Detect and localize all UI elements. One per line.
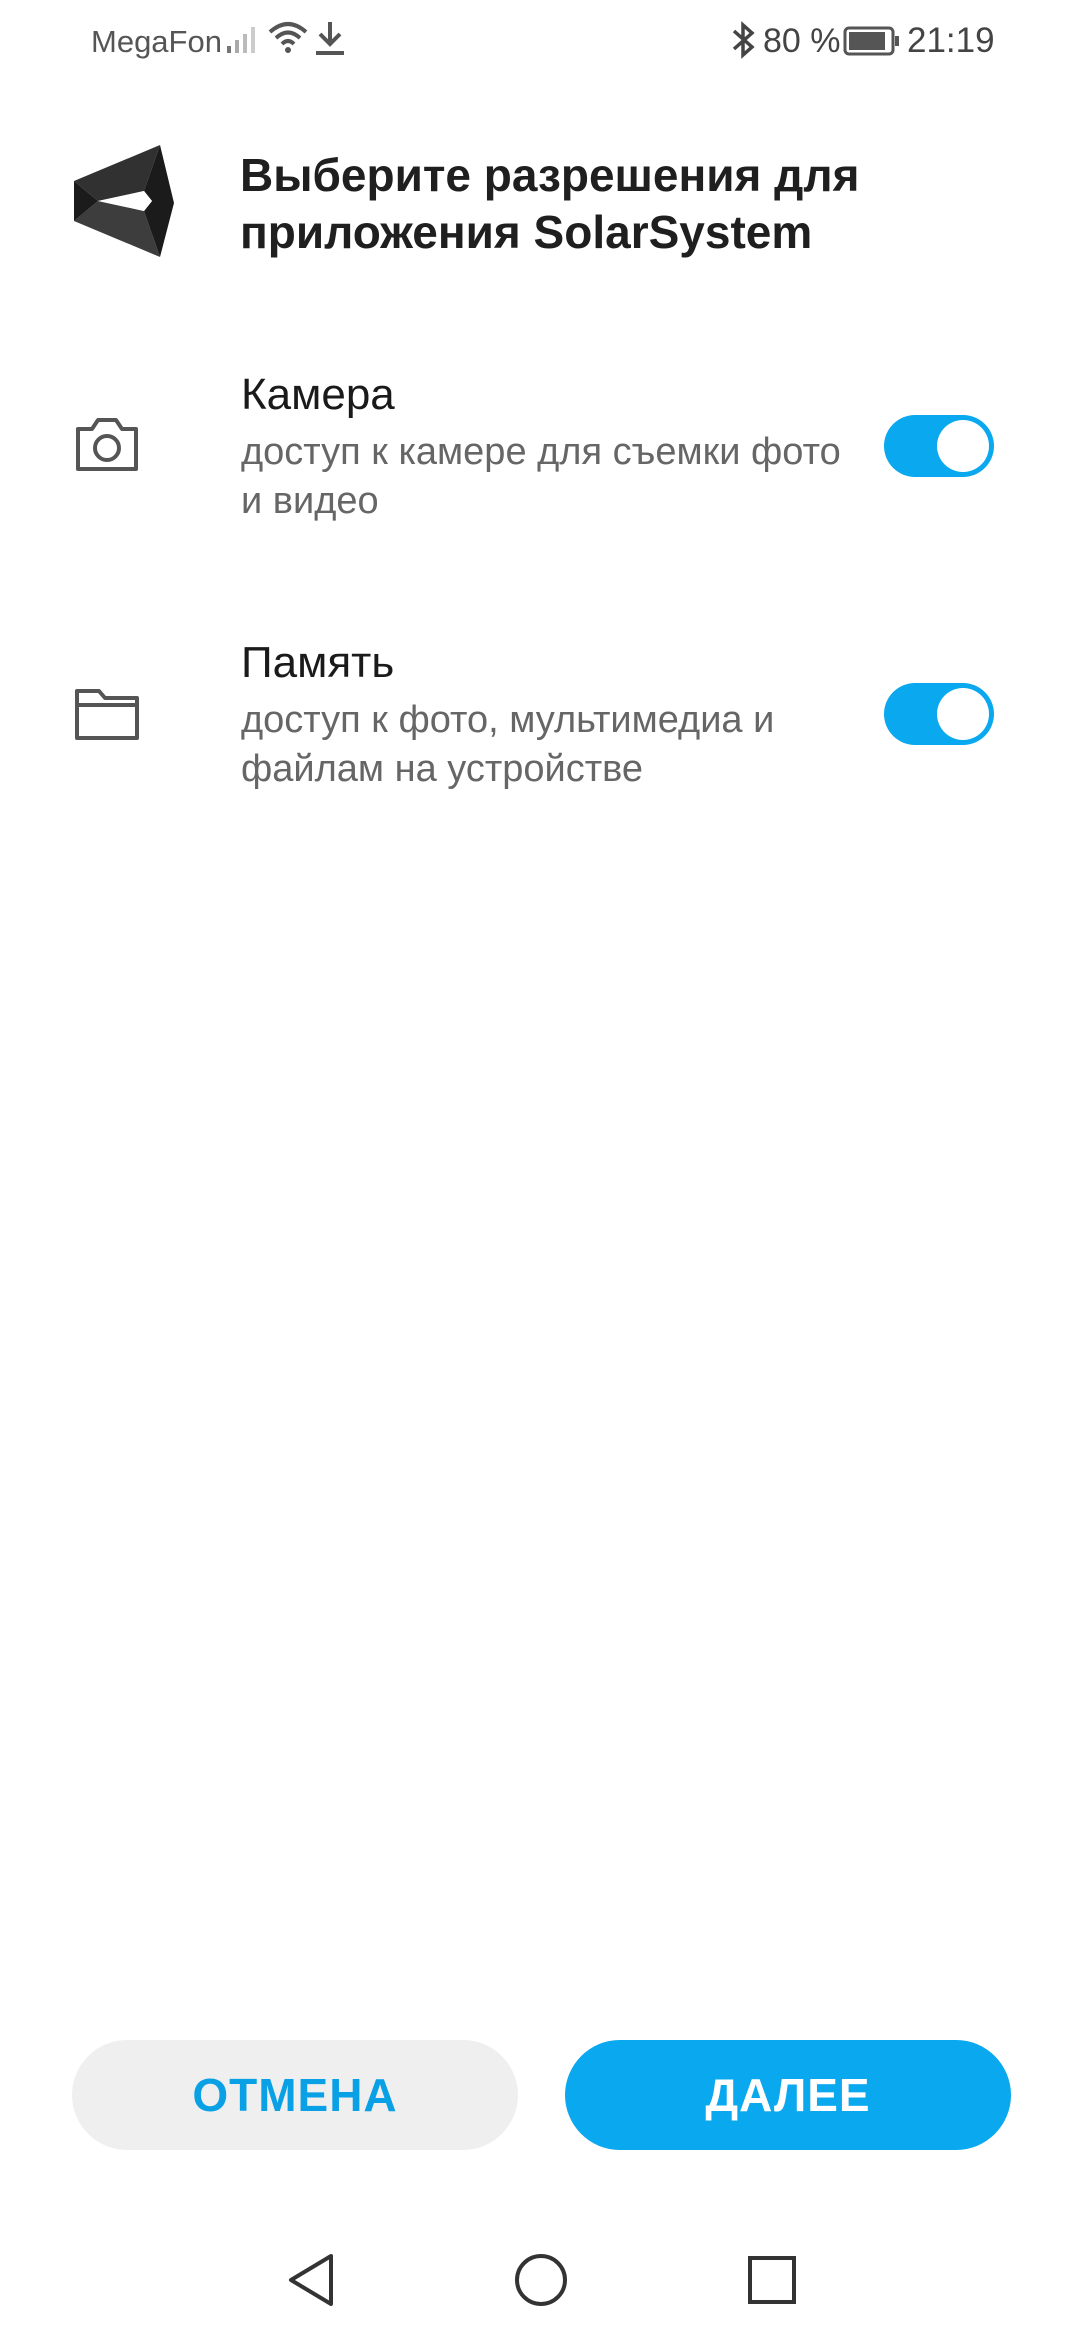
permission-title: Камера xyxy=(241,370,395,419)
permission-row-storage: Память доступ к фото, мультимедиа и файл… xyxy=(0,628,1080,808)
app-name: SolarSystem xyxy=(533,206,813,258)
next-button[interactable]: ДАЛЕЕ xyxy=(565,2040,1011,2150)
bluetooth-icon xyxy=(728,20,758,68)
camera-toggle[interactable] xyxy=(884,415,994,477)
toggle-knob xyxy=(937,688,989,740)
page-title: Выберите разрешения для приложения Solar… xyxy=(240,147,1020,261)
permission-title: Память xyxy=(241,638,395,687)
permission-description: доступ к камере для съемки фото и видео xyxy=(241,431,841,522)
cancel-button[interactable]: ОТМЕНА xyxy=(72,2040,518,2150)
download-icon xyxy=(313,20,347,66)
back-icon[interactable] xyxy=(283,2250,339,2315)
unity-logo-icon xyxy=(74,143,186,264)
permission-description: доступ к фото, мультимедиа и файлам на у… xyxy=(241,699,775,790)
clock: 21:19 xyxy=(907,21,995,60)
recents-icon[interactable] xyxy=(744,2250,800,2315)
storage-toggle[interactable] xyxy=(884,683,994,745)
permission-row-camera: Камера доступ к камере для съемки фото и… xyxy=(0,360,1080,540)
battery-icon xyxy=(843,26,901,64)
home-icon[interactable] xyxy=(513,2250,569,2315)
battery-percent: 80 % xyxy=(763,22,841,60)
status-bar: MegaFon 80 % 21:19 xyxy=(0,0,1080,84)
camera-icon xyxy=(72,415,142,480)
signal-icon xyxy=(226,24,260,62)
toggle-knob xyxy=(937,420,989,472)
navigation-bar xyxy=(0,2240,1080,2340)
folder-icon xyxy=(72,683,142,748)
wifi-icon xyxy=(268,20,308,64)
carrier-name: MegaFon xyxy=(91,24,222,59)
